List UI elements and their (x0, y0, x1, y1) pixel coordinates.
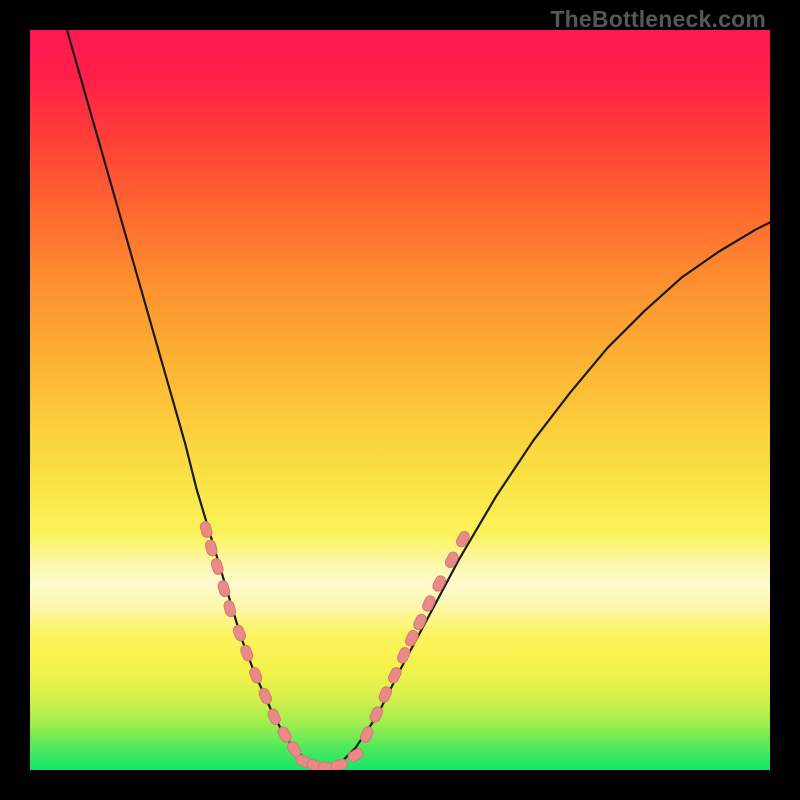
data-marker (431, 574, 447, 593)
data-marker (217, 580, 231, 598)
data-marker (330, 758, 348, 770)
data-marker (257, 687, 273, 706)
data-marker (444, 550, 460, 569)
data-marker (204, 539, 218, 557)
chart-svg (30, 30, 770, 770)
data-marker (199, 520, 213, 538)
branding-text: TheBottleneck.com (550, 6, 766, 32)
data-marker (210, 557, 224, 575)
data-marker (346, 747, 365, 764)
data-marker (248, 666, 263, 685)
data-marker (223, 600, 237, 618)
data-marker (421, 594, 437, 613)
chart-stage: TheBottleneck.com (0, 0, 800, 800)
branding-watermark: TheBottleneck.com (550, 6, 766, 33)
bottleneck-curve (67, 30, 770, 768)
data-marker (455, 530, 471, 549)
plot-area (30, 30, 770, 770)
data-marker (404, 629, 420, 648)
data-markers (199, 520, 471, 770)
data-marker (239, 644, 254, 662)
data-marker (266, 707, 281, 726)
data-marker (276, 725, 293, 744)
data-marker (396, 646, 412, 665)
data-marker (412, 613, 428, 632)
data-marker (232, 624, 247, 643)
